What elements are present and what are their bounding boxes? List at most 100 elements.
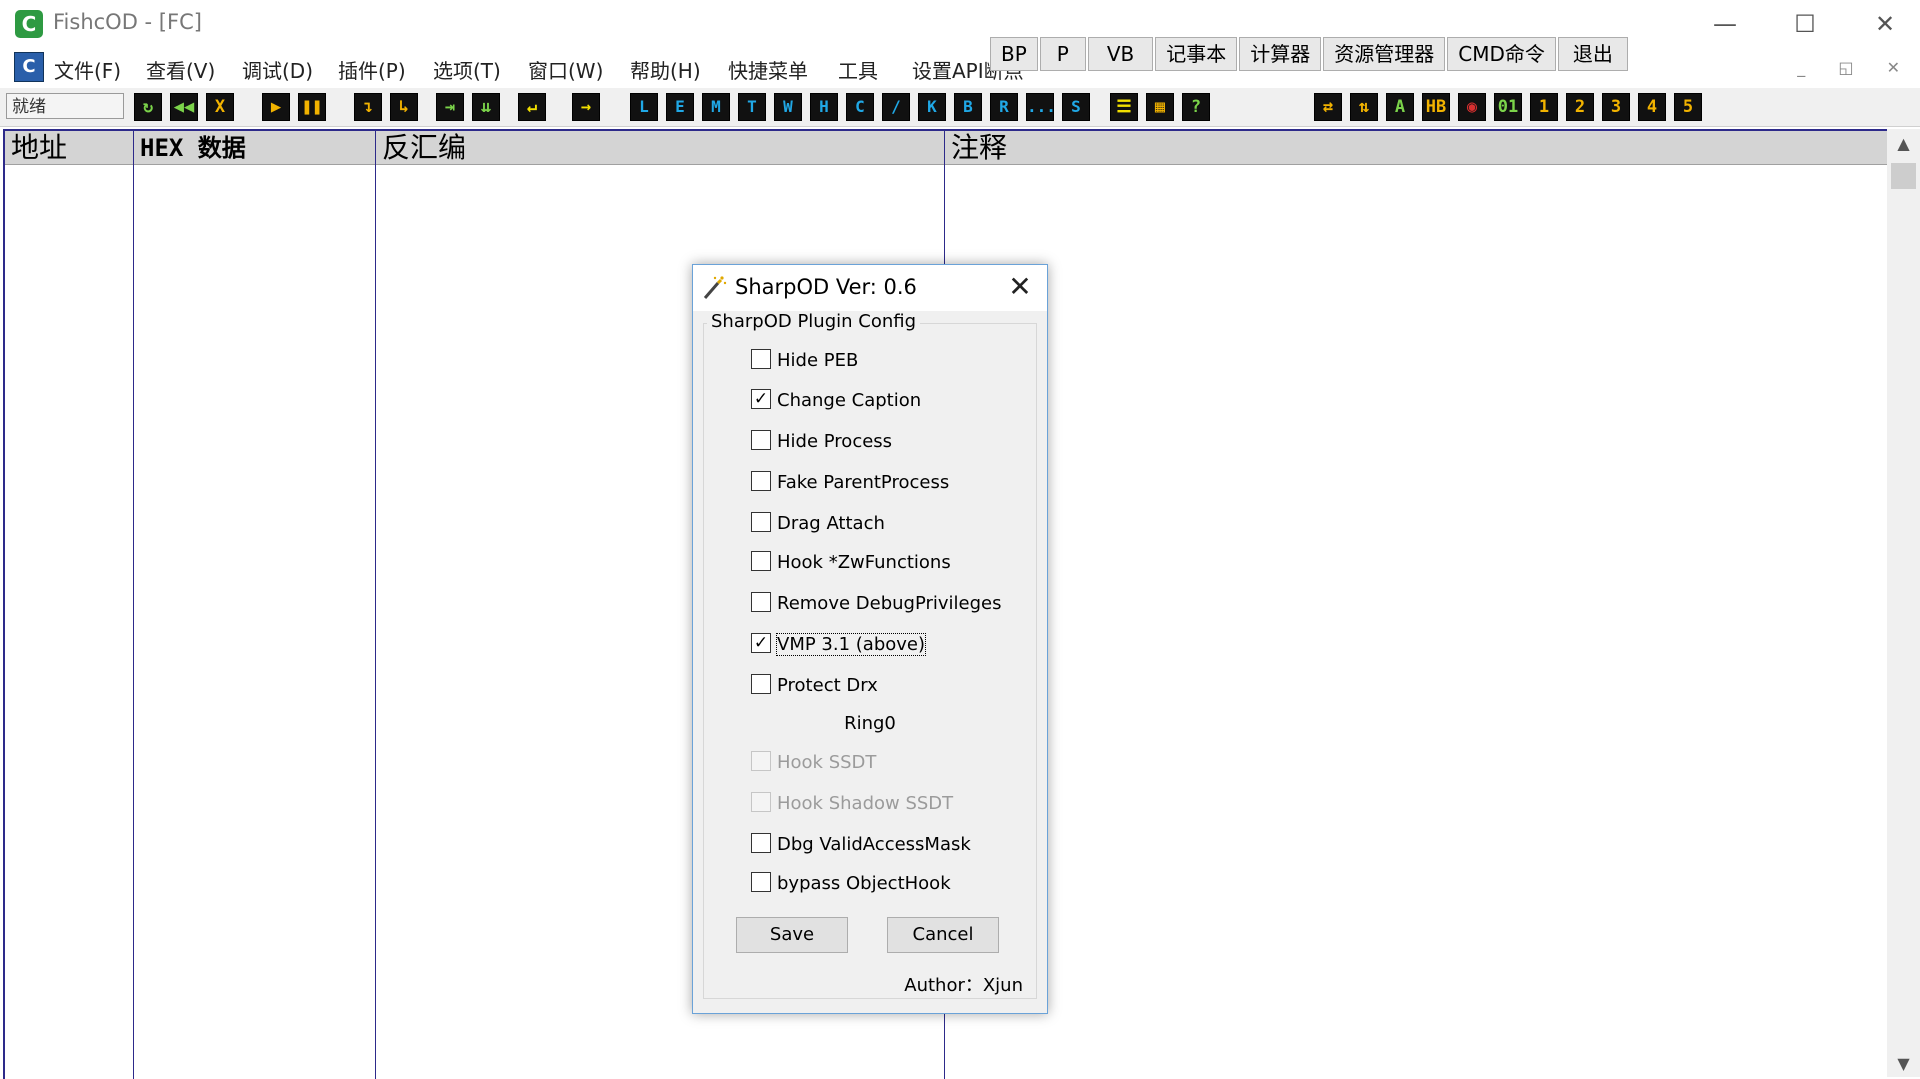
option-checkbox[interactable]: Drag Attach xyxy=(751,512,885,538)
checkbox-empty-icon[interactable] xyxy=(751,833,771,853)
toolbar-window-0-button[interactable]: L xyxy=(630,93,658,121)
column-header-disasm[interactable]: 反汇编 xyxy=(376,131,944,165)
dialog-close-button[interactable]: ✕ xyxy=(1005,271,1035,303)
option-checkbox[interactable]: Hide PEB xyxy=(751,349,858,375)
maximize-button[interactable]: ☐ xyxy=(1770,4,1840,44)
option-checkbox[interactable]: Remove DebugPrivileges xyxy=(751,592,1002,618)
toolbar-extra-1-button[interactable]: ⇅ xyxy=(1350,93,1378,121)
menu-view[interactable]: 查看(V) xyxy=(146,55,215,84)
toolbar-misc-0-button[interactable]: ☰ xyxy=(1110,93,1138,121)
toolbar-run-6-button[interactable]: ↳ xyxy=(390,93,418,121)
option-checkbox[interactable]: Protect Drx xyxy=(751,674,878,700)
menu-options[interactable]: 选项(T) xyxy=(433,55,501,84)
option-checkbox[interactable]: Hook *ZwFunctions xyxy=(751,551,951,577)
checkbox-empty-icon[interactable] xyxy=(751,674,771,694)
mdi-child-icon[interactable]: C xyxy=(14,52,44,82)
toolbar-extra-6-button[interactable]: 1 xyxy=(1530,93,1558,121)
column-header-hex[interactable]: HEX 数据 xyxy=(134,131,375,165)
checkbox-empty-icon[interactable] xyxy=(751,592,771,612)
close-window-button[interactable]: ✕ xyxy=(1850,4,1920,44)
option-label: Hide Process xyxy=(777,431,893,452)
cancel-button[interactable]: Cancel xyxy=(887,917,999,953)
option-checkbox[interactable]: ✓ VMP 3.1 (above) xyxy=(751,633,927,659)
toolbar-extra-9-button[interactable]: 4 xyxy=(1638,93,1666,121)
toolbar-extra-4-button[interactable]: ◉ xyxy=(1458,93,1486,121)
menu-help[interactable]: 帮助(H) xyxy=(630,55,701,84)
option-checkbox[interactable]: Hide Process xyxy=(751,430,892,456)
toolbar-run-5-button[interactable]: ↴ xyxy=(354,93,382,121)
option-checkbox[interactable]: Fake ParentProcess xyxy=(751,471,949,497)
toolbar-extra-3-button[interactable]: HB xyxy=(1422,93,1450,121)
checkbox-empty-icon[interactable] xyxy=(751,551,771,571)
toolbar-window-7-button[interactable]: / xyxy=(882,93,910,121)
calculator-button[interactable]: 计算器 xyxy=(1239,37,1322,71)
checkbox-checked-icon[interactable]: ✓ xyxy=(751,389,771,409)
toolbar-window-2-button[interactable]: M xyxy=(702,93,730,121)
toolbar-window-10-button[interactable]: R xyxy=(990,93,1018,121)
checkbox-empty-icon[interactable] xyxy=(751,471,771,491)
toolbar-run-0-button[interactable]: ↻ xyxy=(134,93,162,121)
notepad-button[interactable]: 记事本 xyxy=(1155,37,1238,71)
vertical-scrollbar[interactable]: ▲ ▼ xyxy=(1887,129,1920,1077)
toolbar-run-2-button[interactable]: X xyxy=(206,93,234,121)
toolbar-run-9-button[interactable]: ↵ xyxy=(518,93,546,121)
toolbar-extra-5-button[interactable]: 01 xyxy=(1494,93,1522,121)
toolbar-window-3-button[interactable]: T xyxy=(738,93,766,121)
toolbar-window-6-button[interactable]: C xyxy=(846,93,874,121)
menu-plugins[interactable]: 插件(P) xyxy=(338,55,406,84)
toolbar-misc-2-button[interactable]: ? xyxy=(1182,93,1210,121)
mdi-window-controls[interactable]: _ ◱ ✕ xyxy=(1797,58,1914,77)
toolbar-run-7-button[interactable]: ⇥ xyxy=(436,93,464,121)
toolbar-run-8-button[interactable]: ⇊ xyxy=(472,93,500,121)
exit-button[interactable]: 退出 xyxy=(1557,37,1628,71)
toolbar-extra-10-button[interactable]: 5 xyxy=(1674,93,1702,121)
toolbar-extra-2-button[interactable]: A xyxy=(1386,93,1414,121)
option-checkbox[interactable]: bypass ObjectHook xyxy=(751,872,951,898)
scroll-up-arrow[interactable]: ▲ xyxy=(1887,131,1920,157)
cmd-button[interactable]: CMD命令 xyxy=(1447,37,1556,71)
toolbar-window-8-button[interactable]: K xyxy=(918,93,946,121)
menu-debug[interactable]: 调试(D) xyxy=(242,55,313,84)
p-button[interactable]: P xyxy=(1039,37,1086,71)
menu-window[interactable]: 窗口(W) xyxy=(528,55,603,84)
option-checkbox[interactable]: Dbg ValidAccessMask xyxy=(751,833,971,859)
option-label: Hook Shadow SSDT xyxy=(777,793,954,814)
toolbar-misc-1-button[interactable]: ▦ xyxy=(1146,93,1174,121)
checkbox-empty-icon[interactable] xyxy=(751,430,771,450)
checkbox-checked-icon[interactable]: ✓ xyxy=(751,633,771,653)
column-divider[interactable] xyxy=(133,131,134,1079)
toolbar-window-9-button[interactable]: B xyxy=(954,93,982,121)
column-header-address[interactable]: 地址 xyxy=(5,131,133,165)
scroll-thumb[interactable] xyxy=(1891,163,1916,189)
minimize-button[interactable]: — xyxy=(1690,4,1760,44)
toolbar-window-1-button[interactable]: E xyxy=(666,93,694,121)
toolbar-window-4-button[interactable]: W xyxy=(774,93,802,121)
toolbar-extra-0-button[interactable]: ⇄ xyxy=(1314,93,1342,121)
menu-shortcut[interactable]: 快捷菜单 xyxy=(728,55,808,84)
menu-tools[interactable]: 工具 xyxy=(838,55,878,84)
scroll-down-arrow[interactable]: ▼ xyxy=(1887,1051,1920,1077)
bp-button[interactable]: BP xyxy=(990,37,1038,71)
column-divider[interactable] xyxy=(375,131,376,1079)
explorer-button[interactable]: 资源管理器 xyxy=(1323,37,1446,71)
save-button[interactable]: Save xyxy=(736,917,848,953)
checkbox-empty-icon[interactable] xyxy=(751,872,771,892)
toolbar-run-1-button[interactable]: ◀◀ xyxy=(170,93,198,121)
checkbox-empty-icon xyxy=(751,751,771,771)
status-indicator: 就绪 xyxy=(6,93,124,119)
toolbar-extra-7-button[interactable]: 2 xyxy=(1566,93,1594,121)
toolbar-run-4-button[interactable]: ❚❚ xyxy=(298,93,326,121)
column-header-comment[interactable]: 注释 xyxy=(945,131,1889,165)
dialog-title-bar[interactable]: SharpOD Ver: 0.6 ✕ xyxy=(693,265,1047,311)
option-checkbox[interactable]: ✓ Change Caption xyxy=(751,389,921,415)
menu-file[interactable]: 文件(F) xyxy=(54,55,121,84)
toolbar-window-5-button[interactable]: H xyxy=(810,93,838,121)
toolbar-window-11-button[interactable]: ... xyxy=(1026,93,1056,121)
toolbar-extra-8-button[interactable]: 3 xyxy=(1602,93,1630,121)
checkbox-empty-icon[interactable] xyxy=(751,512,771,532)
toolbar-run-3-button[interactable]: ▶ xyxy=(262,93,290,121)
checkbox-empty-icon[interactable] xyxy=(751,349,771,369)
vb-button[interactable]: VB xyxy=(1087,37,1154,71)
toolbar-window-12-button[interactable]: S xyxy=(1062,93,1090,121)
toolbar-run-10-button[interactable]: → xyxy=(572,93,600,121)
